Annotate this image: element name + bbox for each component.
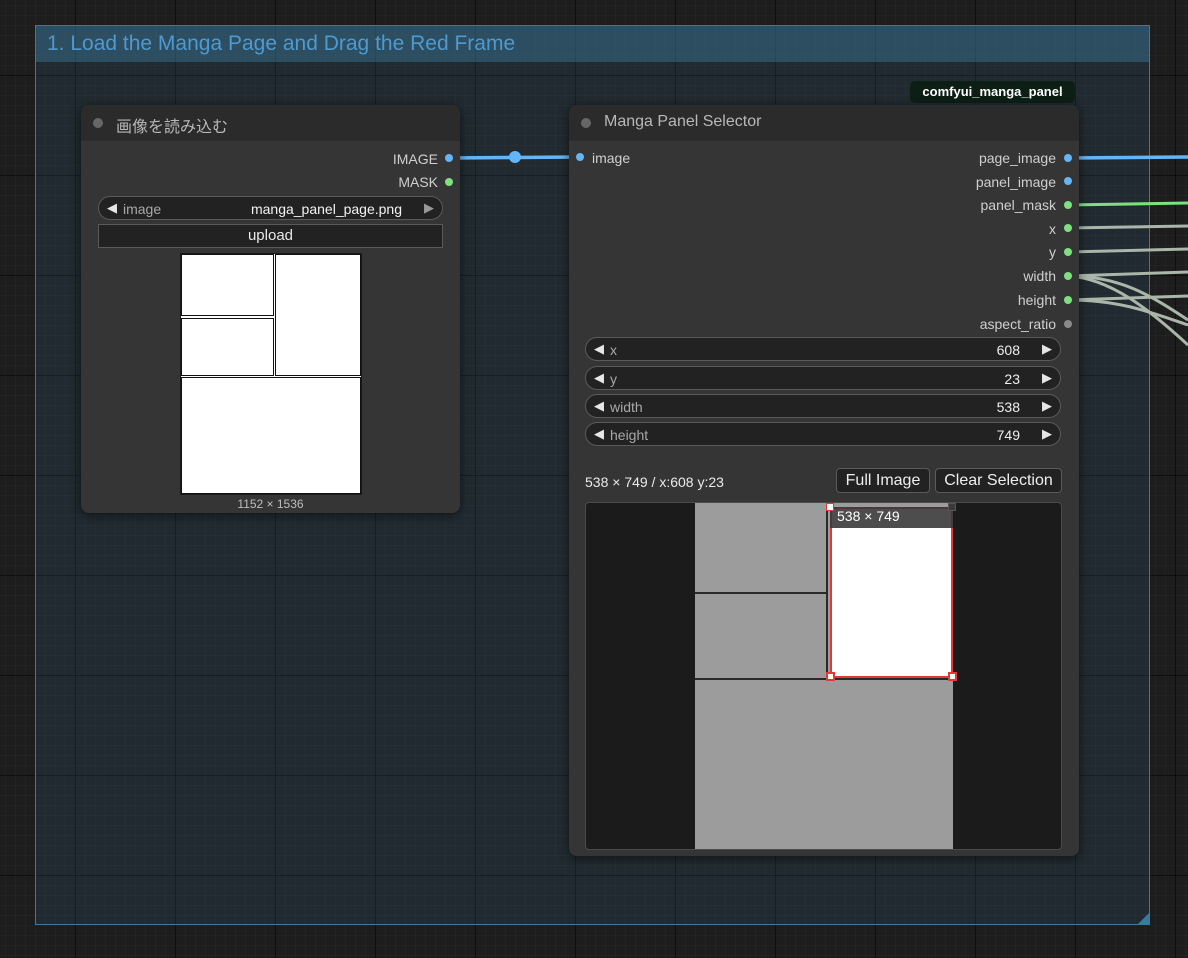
clear-selection-button[interactable]: Clear Selection [935,468,1062,493]
increment-arrow-icon[interactable]: ▶ [1042,426,1052,442]
full-image-button[interactable]: Full Image [836,468,930,493]
panel-divider [826,503,828,679]
output-image-slot[interactable] [445,154,453,162]
output-x-label: x [1049,221,1056,237]
decrement-arrow-icon[interactable]: ◀ [594,426,604,442]
page-preview-image [180,253,362,495]
x-number-widget[interactable]: ◀ x 608 ▶ [585,337,1061,361]
output-panel-mask-label: panel_mask [980,197,1057,213]
y-number-widget[interactable]: ◀ y 23 ▶ [585,366,1061,390]
manga-panel-1 [181,254,274,316]
output-height-slot[interactable] [1064,296,1072,304]
group-header[interactable]: 1. Load the Manga Page and Drag the Red … [36,26,1149,62]
output-panel-image-slot[interactable] [1064,177,1072,185]
decrement-arrow-icon[interactable]: ◀ [594,341,604,357]
output-x-slot[interactable] [1064,224,1072,232]
selection-frame[interactable] [830,507,953,678]
image-size-label: 1152 × 1536 [237,497,304,511]
x-widget-value: 608 [996,342,1020,358]
output-mask-label: MASK [398,174,438,190]
load-image-node-title-bar[interactable]: 画像を読み込む [81,105,460,141]
manga-panel-3 [275,254,361,376]
increment-arrow-icon[interactable]: ▶ [1042,398,1052,414]
load-image-node[interactable]: 画像を読み込む IMAGE MASK ◀ image manga_panel_p… [81,105,460,513]
decrement-arrow-icon[interactable]: ◀ [594,370,604,386]
height-widget-label: height [610,427,649,443]
output-image-label: IMAGE [392,151,438,167]
selection-canvas[interactable]: 538 × 749 [585,502,1062,850]
y-widget-label: y [610,371,617,387]
resize-handle-top-right[interactable] [948,503,956,511]
combo-right-arrow-icon[interactable]: ▶ [424,200,434,216]
width-widget-label: width [610,399,643,415]
output-aspect-ratio-slot[interactable] [1064,320,1072,328]
manga-panel-4 [181,377,361,494]
manga-node-title-bar[interactable]: Manga Panel Selector [569,105,1079,141]
output-width-slot[interactable] [1064,272,1072,280]
output-aspect-ratio-label: aspect_ratio [979,316,1056,332]
output-page-image-label: page_image [978,150,1056,166]
width-widget-value: 538 [996,399,1020,415]
increment-arrow-icon[interactable]: ▶ [1042,341,1052,357]
node-collapse-dot[interactable] [93,118,103,128]
resize-handle-bottom-left[interactable] [826,672,835,681]
selection-size-label: 538 × 749 [837,508,900,524]
upload-button[interactable]: upload [98,224,443,248]
output-panel-image-label: panel_image [975,174,1056,190]
group-resize-handle[interactable] [1138,913,1149,924]
manga-panel-selector-node[interactable]: Manga Panel Selector image page_image pa… [569,105,1079,856]
output-width-label: width [1023,268,1056,284]
decrement-arrow-icon[interactable]: ◀ [594,398,604,414]
input-image-slot[interactable] [576,153,584,161]
node-collapse-dot[interactable] [581,118,591,128]
image-combo-value: manga_panel_page.png [250,201,402,217]
image-combo-widget[interactable]: ◀ image manga_panel_page.png ▶ [98,196,443,220]
panel-divider [695,592,826,594]
width-number-widget[interactable]: ◀ width 538 ▶ [585,394,1061,418]
y-widget-value: 23 [1004,371,1020,387]
output-mask-slot[interactable] [445,178,453,186]
height-number-widget[interactable]: ◀ height 749 ▶ [585,422,1061,446]
image-combo-label: image [123,201,162,217]
x-widget-label: x [610,342,617,358]
output-y-label: y [1049,244,1056,260]
height-widget-value: 749 [996,427,1020,443]
group-title: 1. Load the Manga Page and Drag the Red … [47,32,516,55]
output-panel-mask-slot[interactable] [1064,201,1072,209]
manga-node-title: Manga Panel Selector [604,113,762,130]
selection-info-text: 538 × 749 / x:608 y:23 [585,474,724,490]
manga-panel-2 [181,318,274,376]
increment-arrow-icon[interactable]: ▶ [1042,370,1052,386]
output-y-slot[interactable] [1064,248,1072,256]
resize-handle-top-left[interactable] [826,503,834,511]
resize-handle-bottom-right[interactable] [948,672,957,681]
node-source-badge: comfyui_manga_panel [910,81,1075,103]
load-image-node-title: 画像を読み込む [116,119,229,136]
combo-left-arrow-icon[interactable]: ◀ [107,200,117,216]
output-page-image-slot[interactable] [1064,154,1072,162]
input-image-label: image [592,150,631,166]
panel-divider [695,678,953,680]
output-height-label: height [1017,292,1056,308]
